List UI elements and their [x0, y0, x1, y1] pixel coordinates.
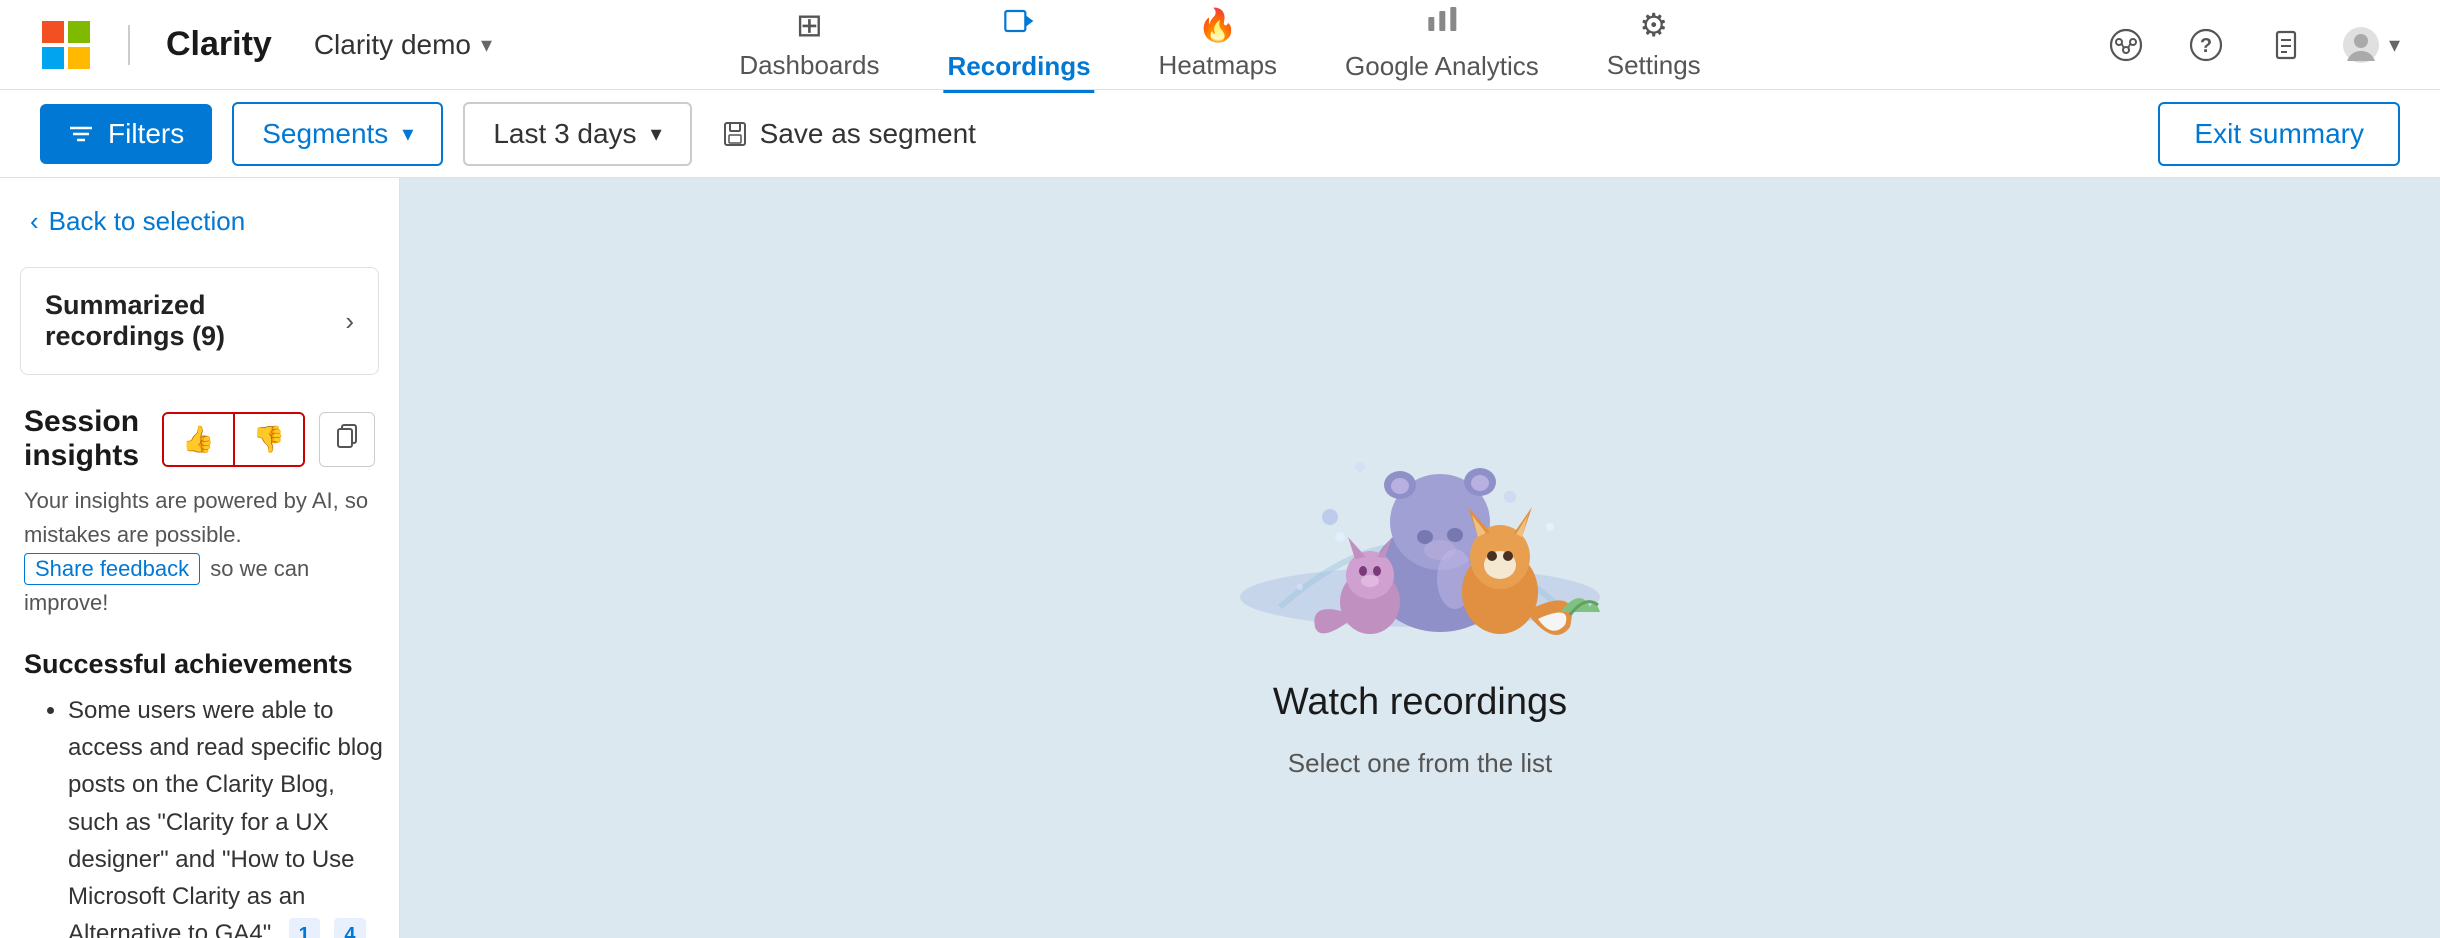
- insights-header: Session insights 👍 👎: [24, 405, 375, 473]
- project-selector[interactable]: Clarity demo ▾: [314, 29, 492, 61]
- ai-disclaimer: Your insights are powered by AI, so mist…: [24, 483, 375, 619]
- date-range-button[interactable]: Last 3 days ▾: [463, 102, 691, 166]
- help-icon-btn[interactable]: ?: [2181, 20, 2231, 70]
- session-insights-title: Session insights: [24, 405, 162, 473]
- filters-button[interactable]: Filters: [40, 104, 212, 164]
- project-name: Clarity demo: [314, 29, 471, 61]
- date-chevron-icon: ▾: [651, 121, 662, 147]
- tab-settings[interactable]: ⚙ Settings: [1603, 0, 1705, 92]
- achievements-list: Some users were able to access and read …: [14, 692, 385, 938]
- thumbs-down-icon: 👎: [253, 424, 285, 454]
- tag-badge-4[interactable]: 4: [334, 918, 365, 938]
- exit-summary-label: Exit summary: [2194, 118, 2364, 149]
- share-feedback-label: Share feedback: [35, 556, 189, 581]
- insights-actions: 👍 👎: [162, 412, 375, 467]
- tab-google-analytics-label: Google Analytics: [1345, 51, 1539, 82]
- copy-icon: [334, 425, 360, 455]
- back-chevron-icon: ‹: [30, 206, 39, 237]
- watch-recordings-illustration: [1200, 337, 1640, 657]
- project-chevron-icon: ▾: [481, 32, 492, 58]
- bullet-text-1: Some users were able to access and read …: [68, 697, 383, 938]
- segments-button[interactable]: Segments ▾: [232, 102, 443, 166]
- summarized-recordings-row[interactable]: Summarized recordings (9) ›: [20, 267, 379, 375]
- watch-recordings-subtitle: Select one from the list: [1288, 748, 1552, 779]
- avatar-btn[interactable]: ▾: [2341, 25, 2400, 65]
- tab-dashboards-label: Dashboards: [739, 50, 879, 81]
- document-icon-btn[interactable]: [2261, 20, 2311, 70]
- exit-summary-button[interactable]: Exit summary: [2158, 102, 2400, 166]
- tab-recordings[interactable]: Recordings: [944, 0, 1095, 93]
- tab-heatmaps[interactable]: 🔥 Heatmaps: [1155, 0, 1282, 92]
- toolbar: Filters Segments ▾ Last 3 days ▾ Save as…: [0, 90, 2440, 178]
- summarized-recordings-label: Summarized recordings (9): [45, 290, 345, 352]
- achievements-heading: Successful achievements: [24, 649, 375, 680]
- sidebar: ‹ Back to selection Summarized recording…: [0, 178, 400, 938]
- tab-heatmaps-label: Heatmaps: [1159, 50, 1278, 81]
- back-to-selection-link[interactable]: ‹ Back to selection: [0, 178, 399, 257]
- svg-text:?: ?: [2200, 35, 2212, 57]
- save-segment-button[interactable]: Save as segment: [722, 118, 976, 150]
- filters-label: Filters: [108, 118, 184, 150]
- watch-recordings-title: Watch recordings: [1273, 681, 1567, 724]
- avatar-chevron-icon: ▾: [2389, 32, 2400, 58]
- save-segment-label: Save as segment: [760, 118, 976, 150]
- nav-brand: Clarity Clarity demo ▾: [40, 19, 492, 71]
- brand-divider: [128, 25, 130, 65]
- dashboards-icon: ⊞: [796, 6, 823, 44]
- right-panel: Watch recordings Select one from the lis…: [400, 178, 2440, 938]
- tab-google-analytics[interactable]: Google Analytics: [1341, 0, 1543, 93]
- microsoft-logo: [40, 19, 92, 71]
- recordings-icon: [1003, 5, 1035, 45]
- main-layout: ‹ Back to selection Summarized recording…: [0, 178, 2440, 938]
- copy-button[interactable]: [319, 412, 375, 467]
- segments-chevron-icon: ▾: [402, 121, 413, 147]
- segments-label: Segments: [262, 118, 388, 150]
- tab-dashboards[interactable]: ⊞ Dashboards: [735, 0, 883, 92]
- settings-icon: ⚙: [1639, 6, 1668, 44]
- session-insights-section: Session insights 👍 👎: [0, 385, 399, 629]
- share-feedback-link[interactable]: Share feedback: [24, 553, 200, 585]
- tab-settings-label: Settings: [1607, 50, 1701, 81]
- nav-tabs: ⊞ Dashboards Recordings 🔥 Heatmaps Googl…: [735, 0, 1704, 93]
- thumb-group: 👍 👎: [162, 412, 305, 467]
- ai-disclaimer-text: Your insights are powered by AI, so mist…: [24, 488, 368, 547]
- nav-actions: ? ▾: [2101, 20, 2400, 70]
- tag-badge-1[interactable]: 1: [289, 918, 320, 938]
- brand-name: Clarity: [166, 25, 272, 64]
- google-analytics-icon: [1426, 5, 1458, 45]
- heatmaps-icon: 🔥: [1198, 6, 1238, 44]
- thumbs-up-button[interactable]: 👍: [164, 414, 234, 465]
- date-range-label: Last 3 days: [493, 118, 636, 150]
- back-label: Back to selection: [49, 206, 246, 237]
- summarized-chevron-icon: ›: [345, 306, 354, 337]
- tab-recordings-label: Recordings: [948, 51, 1091, 82]
- thumbs-up-icon: 👍: [182, 424, 214, 454]
- thumbs-down-button[interactable]: 👎: [235, 414, 303, 465]
- share-icon-btn[interactable]: [2101, 20, 2151, 70]
- top-nav: Clarity Clarity demo ▾ ⊞ Dashboards Reco…: [0, 0, 2440, 90]
- list-item: Some users were able to access and read …: [68, 692, 385, 938]
